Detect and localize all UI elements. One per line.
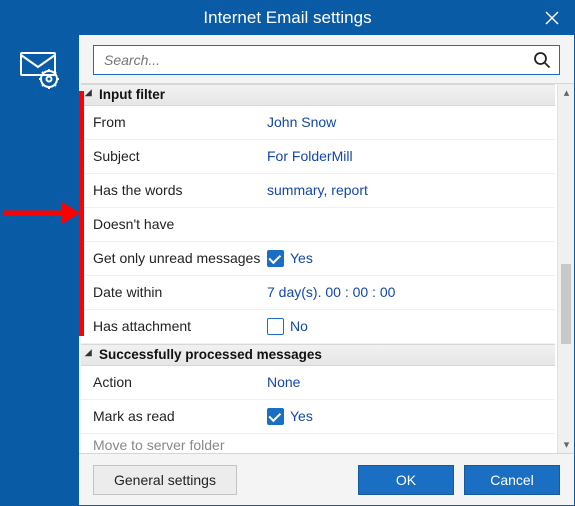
scroll-down-icon[interactable]: ▾ bbox=[558, 436, 575, 453]
search-box[interactable] bbox=[93, 45, 560, 75]
close-icon bbox=[545, 11, 559, 25]
checkbox-checked-icon[interactable] bbox=[267, 250, 284, 267]
value-action[interactable]: None bbox=[267, 374, 555, 390]
value-date-within[interactable]: 7 day(s). 00 : 00 : 00 bbox=[267, 284, 555, 300]
group-header-processed[interactable]: Successfully processed messages bbox=[81, 344, 555, 366]
value-has-attachment[interactable]: No bbox=[267, 318, 555, 335]
scroll-up-icon[interactable]: ▴ bbox=[558, 84, 575, 101]
footer: General settings OK Cancel bbox=[79, 453, 574, 505]
label-doesnt-have: Doesn't have bbox=[81, 216, 267, 232]
window-title: Internet Email settings bbox=[203, 8, 371, 28]
search-input[interactable] bbox=[102, 51, 533, 69]
unread-text: Yes bbox=[290, 250, 313, 266]
value-from[interactable]: John Snow bbox=[267, 114, 555, 130]
search-wrap bbox=[79, 35, 574, 83]
value-subject[interactable]: For FolderMill bbox=[267, 148, 555, 164]
property-grid: Input filter From John Snow Subject For … bbox=[81, 84, 557, 453]
row-date-within[interactable]: Date within 7 day(s). 00 : 00 : 00 bbox=[81, 276, 555, 310]
row-has-words[interactable]: Has the words summary, report bbox=[81, 174, 555, 208]
cancel-button[interactable]: Cancel bbox=[464, 465, 560, 495]
markread-text: Yes bbox=[290, 408, 313, 424]
label-from: From bbox=[81, 114, 267, 130]
collapse-icon bbox=[85, 350, 96, 361]
ok-button[interactable]: OK bbox=[358, 465, 454, 495]
checkbox-unchecked-icon[interactable] bbox=[267, 318, 284, 335]
row-subject[interactable]: Subject For FolderMill bbox=[81, 140, 555, 174]
row-doesnt-have[interactable]: Doesn't have bbox=[81, 208, 555, 242]
group-title: Input filter bbox=[99, 87, 165, 102]
main-panel: Input filter From John Snow Subject For … bbox=[79, 35, 574, 505]
label-subject: Subject bbox=[81, 148, 267, 164]
label-date-within: Date within bbox=[81, 284, 267, 300]
vertical-scrollbar[interactable]: ▴ ▾ bbox=[557, 84, 574, 453]
label-action: Action bbox=[81, 374, 267, 390]
row-action[interactable]: Action None bbox=[81, 366, 555, 400]
hasatt-text: No bbox=[290, 318, 308, 334]
checkbox-checked-icon[interactable] bbox=[267, 408, 284, 425]
row-from[interactable]: From John Snow bbox=[81, 106, 555, 140]
property-grid-wrap: Input filter From John Snow Subject For … bbox=[81, 83, 574, 453]
value-unread-only[interactable]: Yes bbox=[267, 250, 555, 267]
row-has-attachment[interactable]: Has attachment No bbox=[81, 310, 555, 344]
general-settings-button[interactable]: General settings bbox=[93, 465, 237, 495]
scroll-thumb[interactable] bbox=[561, 264, 571, 344]
label-move-folder: Move to server folder bbox=[81, 435, 267, 453]
row-mark-read[interactable]: Mark as read Yes bbox=[81, 400, 555, 434]
search-icon bbox=[533, 51, 551, 69]
email-settings-icon bbox=[19, 49, 61, 89]
settings-window: Internet Email settings bbox=[0, 0, 575, 506]
label-unread-only: Get only unread messages bbox=[81, 250, 267, 266]
sidebar bbox=[1, 35, 79, 505]
body: Input filter From John Snow Subject For … bbox=[1, 35, 574, 505]
label-has-attachment: Has attachment bbox=[81, 318, 267, 334]
row-move-folder[interactable]: Move to server folder bbox=[81, 434, 555, 453]
close-button[interactable] bbox=[530, 1, 574, 35]
label-mark-read: Mark as read bbox=[81, 408, 267, 424]
titlebar: Internet Email settings bbox=[1, 1, 574, 35]
value-mark-read[interactable]: Yes bbox=[267, 408, 555, 425]
collapse-icon bbox=[85, 90, 96, 101]
arrow-annotation-icon bbox=[2, 198, 80, 228]
value-has-words[interactable]: summary, report bbox=[267, 182, 555, 198]
label-has-words: Has the words bbox=[81, 182, 267, 198]
row-unread-only[interactable]: Get only unread messages Yes bbox=[81, 242, 555, 276]
group-title: Successfully processed messages bbox=[99, 347, 322, 362]
group-header-input-filter[interactable]: Input filter bbox=[81, 84, 555, 106]
